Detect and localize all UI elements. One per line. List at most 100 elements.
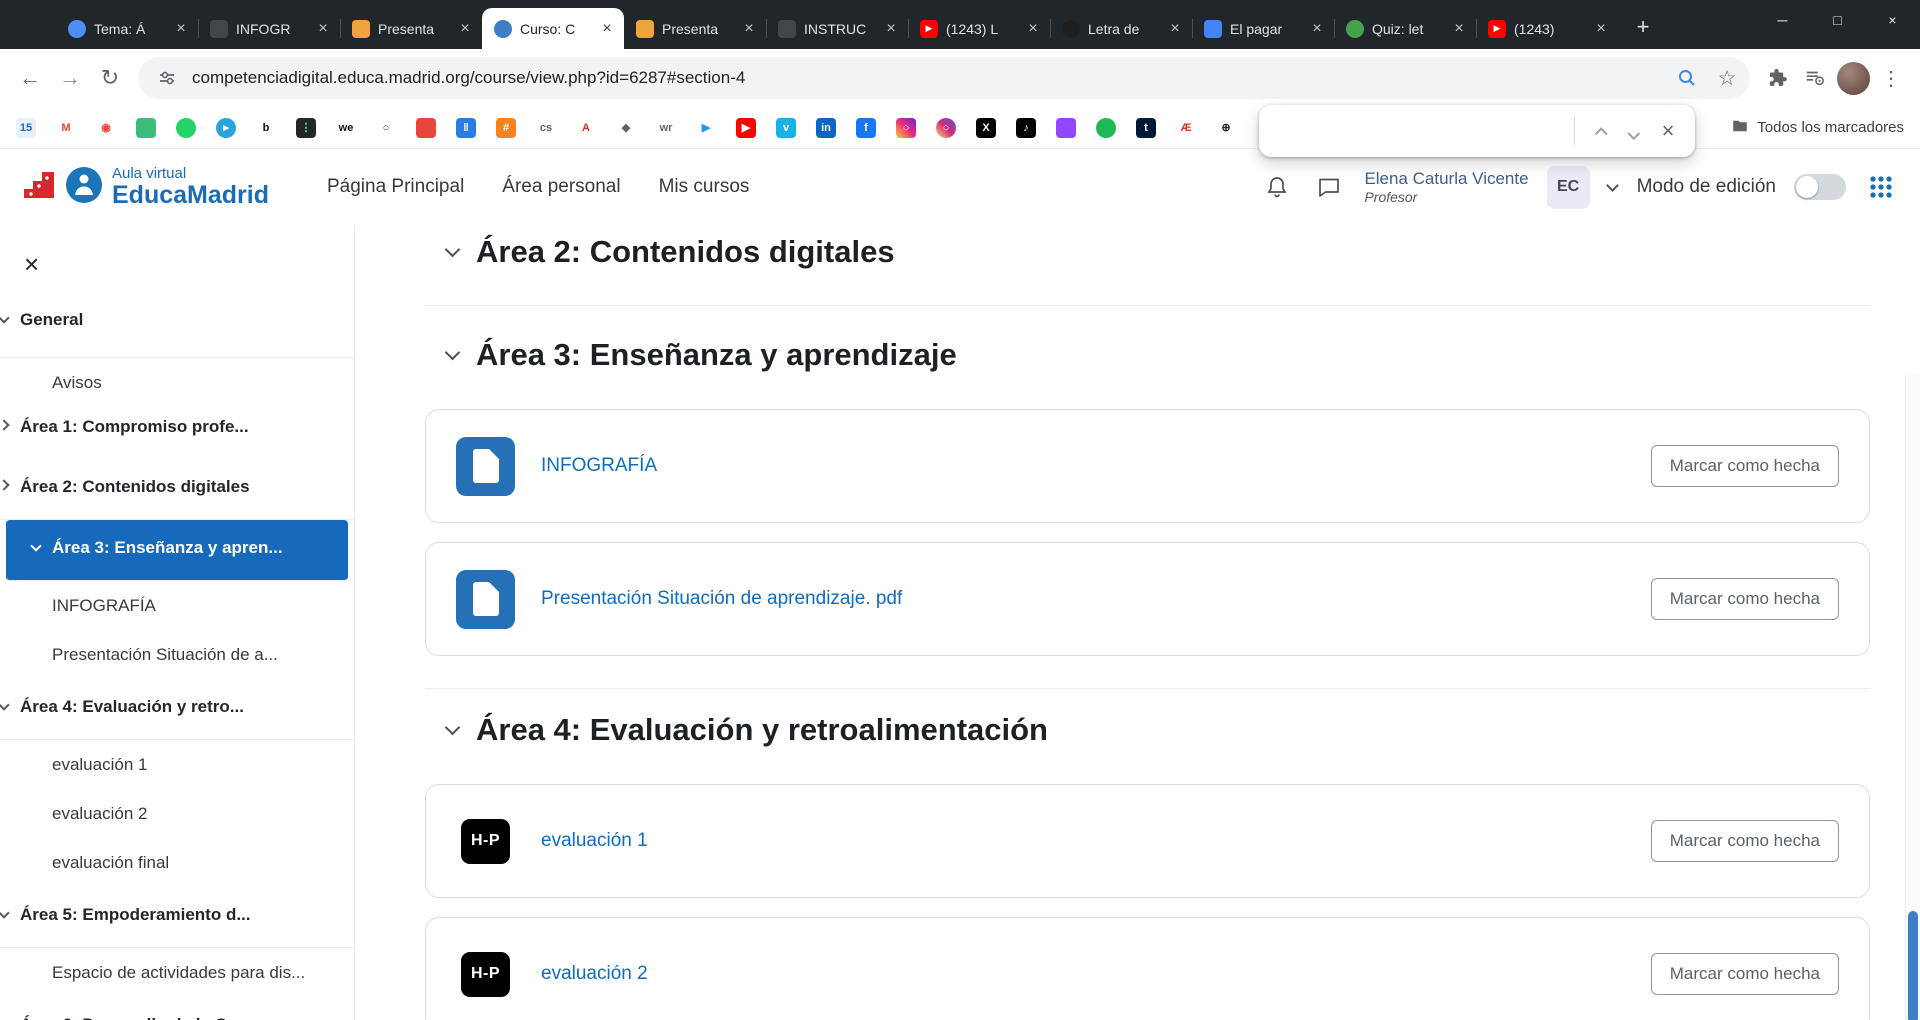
tab-close-icon[interactable]: × <box>1450 20 1468 38</box>
tab-close-icon[interactable]: × <box>314 20 332 38</box>
bookmark-icon[interactable]: X <box>976 118 996 138</box>
course-index-item[interactable]: Área 1: Compromiso profe... <box>0 407 354 459</box>
mark-done-button[interactable]: Marcar como hecha <box>1651 820 1839 862</box>
bookmark-icon[interactable] <box>416 118 436 138</box>
course-index-item[interactable]: evaluación final <box>0 838 354 887</box>
drawer-close-icon[interactable]: × <box>24 251 39 277</box>
bookmark-icon[interactable]: ○ <box>896 118 916 138</box>
browser-tab[interactable]: ▶ (1243) L × <box>908 8 1050 49</box>
all-bookmarks[interactable]: Todos los marcadores <box>1731 117 1904 139</box>
close-button[interactable]: × <box>1865 0 1920 40</box>
bookmark-icon[interactable]: ♪ <box>1016 118 1036 138</box>
user-info[interactable]: Elena Caturla Vicente Profesor <box>1364 169 1528 205</box>
bookmark-icon[interactable]: ◉ <box>96 118 116 138</box>
activity-link[interactable]: INFOGRAFÍA <box>541 455 657 477</box>
reload-icon[interactable]: ↻ <box>90 58 130 98</box>
messages-icon[interactable] <box>1312 170 1346 204</box>
browser-tab[interactable]: Presenta × <box>340 8 482 49</box>
browser-tab[interactable]: INSTRUC × <box>766 8 908 49</box>
lens-icon[interactable] <box>1672 63 1702 93</box>
bookmark-icon[interactable] <box>1096 118 1116 138</box>
find-next-icon[interactable] <box>1617 114 1651 148</box>
bookmark-star-icon[interactable]: ☆ <box>1712 63 1742 93</box>
bookmark-icon[interactable]: ⋮ <box>296 118 316 138</box>
user-avatar[interactable]: EC <box>1547 166 1590 209</box>
find-previous-icon[interactable] <box>1583 114 1617 148</box>
browser-tab[interactable]: Letra de × <box>1050 8 1192 49</box>
browser-tab[interactable]: INFOGR × <box>198 8 340 49</box>
browser-menu-icon[interactable]: ⋮ <box>1872 59 1910 97</box>
bookmark-icon[interactable]: M <box>56 118 76 138</box>
extensions-icon[interactable] <box>1758 59 1796 97</box>
nav-link[interactable]: Área personal <box>502 176 620 198</box>
course-index-item[interactable]: Área 6: Desarrollo de la Co... <box>0 997 354 1020</box>
course-index-item[interactable]: evaluación 1 <box>0 740 354 789</box>
bookmark-icon[interactable]: ○ <box>936 118 956 138</box>
course-index-item[interactable]: Área 3: Enseñanza y apren... <box>6 520 348 581</box>
bookmark-icon[interactable] <box>136 118 156 138</box>
course-index-item[interactable]: INFOGRAFÍA <box>0 581 354 630</box>
media-controls-icon[interactable] <box>1796 59 1834 97</box>
course-index-item[interactable]: Área 4: Evaluación y retro... <box>0 679 354 740</box>
user-menu-chevron-icon[interactable] <box>1606 179 1619 192</box>
find-close-icon[interactable]: × <box>1651 114 1685 148</box>
bookmark-icon[interactable]: ▶ <box>696 118 716 138</box>
chevron-icon[interactable] <box>30 540 41 551</box>
activity-link[interactable]: evaluación 1 <box>541 830 648 852</box>
bookmark-icon[interactable]: Æ <box>1176 118 1196 138</box>
bookmark-icon[interactable]: ‖ <box>456 118 476 138</box>
browser-tab[interactable]: Curso: C × <box>482 8 624 49</box>
course-index-item[interactable]: Presentación Situación de a... <box>0 630 354 679</box>
browser-tab[interactable]: Presenta × <box>624 8 766 49</box>
educamadrid-logo[interactable]: Aula virtual EducaMadrid <box>22 166 269 209</box>
nav-link[interactable]: Página Principal <box>327 176 464 198</box>
activity-link[interactable]: Presentación Situación de aprendizaje. p… <box>541 588 902 610</box>
profile-avatar[interactable] <box>1834 59 1872 97</box>
minimize-button[interactable]: ─ <box>1755 0 1810 40</box>
bookmark-icon[interactable]: 15 <box>16 118 36 138</box>
app-grid-icon[interactable] <box>1864 170 1898 204</box>
course-index-item[interactable]: Área 5: Empoderamiento d... <box>0 887 354 948</box>
bookmark-icon[interactable]: ◆ <box>616 118 636 138</box>
tab-close-icon[interactable]: × <box>1592 20 1610 38</box>
bookmark-icon[interactable]: t <box>1136 118 1156 138</box>
bookmark-icon[interactable]: we <box>336 118 356 138</box>
page-scrollbar[interactable] <box>1905 374 1920 1020</box>
mark-done-button[interactable]: Marcar como hecha <box>1651 445 1839 487</box>
bookmark-icon[interactable]: ▸ <box>216 118 236 138</box>
browser-tab[interactable]: El pagar × <box>1192 8 1334 49</box>
tab-close-icon[interactable]: × <box>740 20 758 38</box>
nav-link[interactable]: Mis cursos <box>659 176 750 198</box>
maximize-button[interactable]: □ <box>1810 0 1865 40</box>
section-collapse-icon[interactable] <box>445 241 461 257</box>
bookmark-icon[interactable]: # <box>496 118 516 138</box>
bookmark-icon[interactable]: in <box>816 118 836 138</box>
bookmark-icon[interactable]: v <box>776 118 796 138</box>
chevron-icon[interactable] <box>0 312 10 323</box>
tab-close-icon[interactable]: × <box>598 20 616 38</box>
bookmark-icon[interactable]: A <box>576 118 596 138</box>
course-index-item[interactable]: Espacio de actividades para dis... <box>0 948 354 997</box>
chevron-icon[interactable] <box>0 479 10 490</box>
course-index-item[interactable]: evaluación 2 <box>0 789 354 838</box>
course-index-item[interactable]: Avisos <box>0 358 354 407</box>
find-input[interactable] <box>1277 122 1566 140</box>
bookmark-icon[interactable]: ▶ <box>736 118 756 138</box>
bookmark-icon[interactable] <box>176 118 196 138</box>
browser-tab[interactable]: ▶ (1243) × <box>1476 8 1618 49</box>
tab-close-icon[interactable]: × <box>1024 20 1042 38</box>
tab-close-icon[interactable]: × <box>456 20 474 38</box>
chevron-icon[interactable] <box>0 419 10 430</box>
bookmark-icon[interactable]: cs <box>536 118 556 138</box>
tab-close-icon[interactable]: × <box>1166 20 1184 38</box>
course-index-item[interactable]: General <box>0 309 354 358</box>
back-icon[interactable]: ← <box>10 58 50 98</box>
activity-link[interactable]: evaluación 2 <box>541 963 648 985</box>
bookmark-icon[interactable]: wr <box>656 118 676 138</box>
section-collapse-icon[interactable] <box>445 344 461 360</box>
course-index-item[interactable]: Área 2: Contenidos digitales <box>0 459 354 520</box>
url-bar[interactable]: competenciadigital.educa.madrid.org/cour… <box>138 57 1750 99</box>
forward-icon[interactable]: → <box>50 58 90 98</box>
chevron-icon[interactable] <box>0 699 10 710</box>
edit-mode-toggle[interactable] <box>1794 174 1846 200</box>
